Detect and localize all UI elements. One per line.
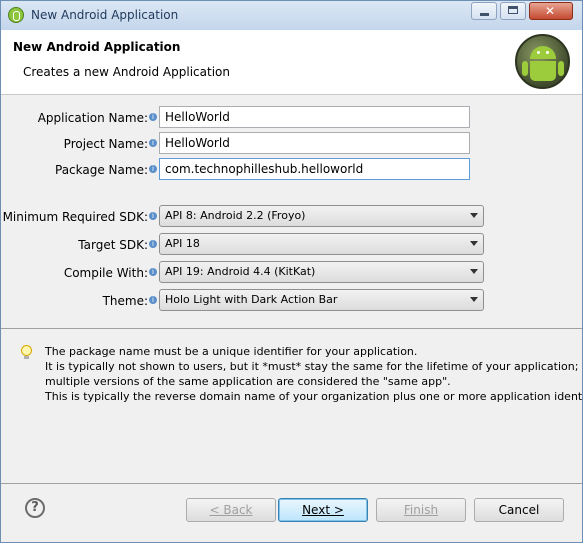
- info-icon: i: [149, 296, 157, 304]
- title-bar[interactable]: New Android Application: [1, 1, 582, 30]
- chevron-down-icon: [470, 241, 478, 246]
- maximize-button[interactable]: [500, 2, 526, 20]
- android-arm-right: [558, 61, 564, 76]
- min-sdk-value: API 8: Android 2.2 (Froyo): [165, 209, 306, 222]
- theme-label: Theme:: [102, 294, 148, 308]
- page-title: New Android Application: [13, 40, 181, 54]
- theme-value: Holo Light with Dark Action Bar: [165, 293, 338, 306]
- app-name-input[interactable]: [159, 106, 470, 128]
- info-icon: i: [149, 139, 157, 147]
- project-name-input[interactable]: [159, 132, 470, 154]
- separator: [1, 328, 582, 329]
- info-icon: i: [149, 240, 157, 248]
- target-sdk-label: Target SDK:: [78, 238, 148, 252]
- info-icon: i: [149, 268, 157, 276]
- android-eye-right: [546, 51, 549, 54]
- compile-with-label: Compile With:: [63, 266, 148, 280]
- wizard-header: New Android Application Creates a new An…: [1, 30, 582, 95]
- project-name-label: Project Name:: [63, 137, 148, 151]
- android-body-shape: [530, 61, 556, 81]
- target-sdk-select[interactable]: API 18: [159, 233, 484, 255]
- minimize-button[interactable]: [471, 2, 497, 20]
- android-head-shape: [530, 46, 556, 59]
- target-sdk-value: API 18: [165, 237, 200, 250]
- hint-line-4: This is typically the reverse domain nam…: [45, 390, 583, 403]
- package-name-label: Package Name:: [55, 163, 148, 177]
- next-button[interactable]: Next >: [278, 498, 368, 522]
- help-icon[interactable]: ?: [25, 498, 45, 518]
- min-sdk-select[interactable]: API 8: Android 2.2 (Froyo): [159, 205, 484, 227]
- hint-line-2: It is typically not shown to users, but …: [45, 360, 583, 373]
- page-subtitle: Creates a new Android Application: [23, 65, 230, 79]
- close-button[interactable]: [529, 2, 573, 20]
- cancel-button[interactable]: Cancel: [474, 498, 564, 522]
- finish-button[interactable]: Finish: [376, 498, 466, 522]
- info-icon: i: [149, 113, 157, 121]
- android-eye-left: [537, 51, 540, 54]
- info-icon: i: [149, 165, 157, 173]
- min-sdk-label: Minimum Required SDK:: [2, 210, 148, 224]
- hint-line-3: multiple versions of the same applicatio…: [45, 375, 451, 388]
- lightbulb-icon: [21, 345, 32, 359]
- new-android-application-dialog: New Android Application New Android Appl…: [0, 0, 583, 543]
- hint-line-1: The package name must be a unique identi…: [45, 345, 418, 358]
- chevron-down-icon: [470, 269, 478, 274]
- android-logo: [515, 34, 570, 89]
- separator: [1, 483, 582, 484]
- app-name-label: Application Name:: [37, 111, 148, 125]
- back-button[interactable]: < Back: [186, 498, 276, 522]
- window-title: New Android Application: [31, 8, 179, 22]
- chevron-down-icon: [470, 297, 478, 302]
- android-arm-left: [522, 61, 528, 76]
- package-name-input[interactable]: [159, 158, 470, 180]
- compile-with-value: API 19: Android 4.4 (KitKat): [165, 265, 316, 278]
- chevron-down-icon: [470, 213, 478, 218]
- eclipse-icon: [8, 7, 24, 23]
- compile-with-select[interactable]: API 19: Android 4.4 (KitKat): [159, 261, 484, 283]
- info-icon: i: [149, 212, 157, 220]
- theme-select[interactable]: Holo Light with Dark Action Bar: [159, 289, 484, 311]
